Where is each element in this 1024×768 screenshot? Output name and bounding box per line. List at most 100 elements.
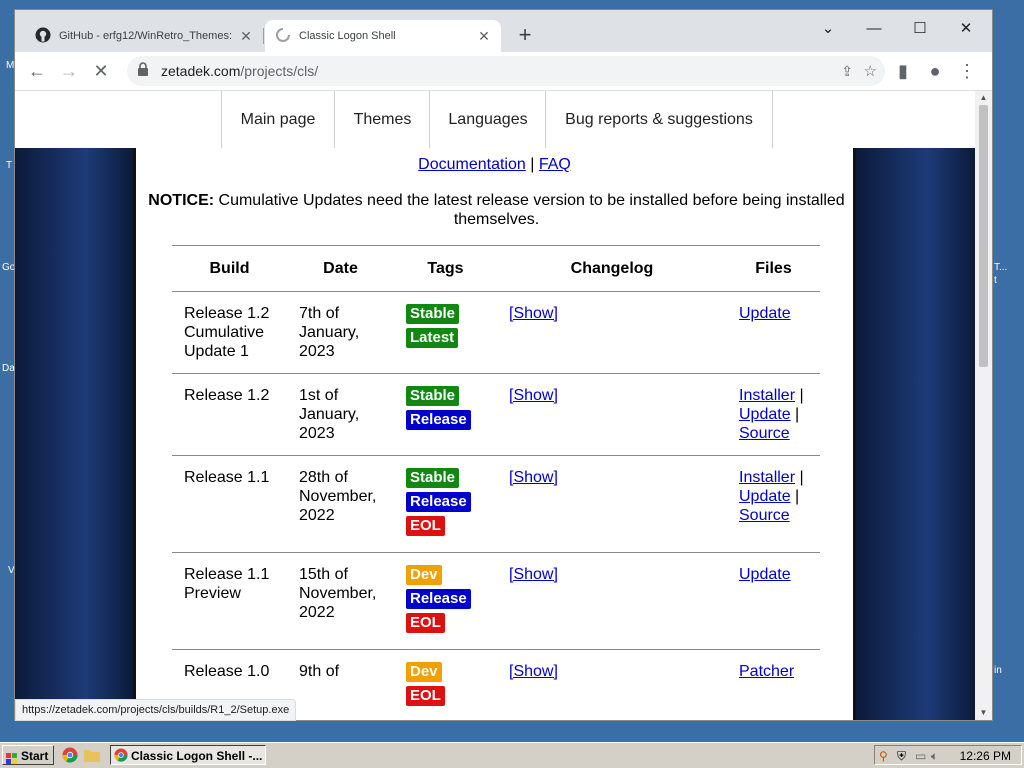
header-build: Build — [172, 245, 287, 292]
page-viewport: Main page Themes Languages Bug reports &… — [15, 91, 975, 720]
site-nav: Main page Themes Languages Bug reports &… — [15, 91, 975, 149]
link-separator: | — [530, 156, 535, 173]
changelog-cell: [Show] — [497, 455, 727, 553]
forward-arrow-icon[interactable]: → — [55, 57, 83, 85]
link-status-bar: https://zetadek.com/projects/cls/builds/… — [15, 699, 297, 721]
files-cell: Update — [727, 552, 820, 650]
tag-badge: Latest — [406, 328, 459, 348]
url-host: zetadek.com — [161, 63, 241, 79]
network-tray-icon[interactable]: ▭ — [915, 746, 926, 766]
show-changelog-link[interactable]: [Show] — [509, 469, 558, 486]
github-icon — [35, 27, 51, 46]
date-cell: 15th of November, 2022 — [287, 552, 394, 650]
start-button[interactable]: Start — [2, 745, 54, 765]
background-right — [856, 148, 975, 720]
tags-cell: Stable Release EOL — [394, 455, 497, 553]
notice-text: Cumulative Updates need the latest relea… — [214, 192, 845, 228]
file-link-update[interactable]: Update — [739, 406, 791, 423]
desktop-label: t — [994, 275, 997, 286]
desktop-label: V — [8, 565, 15, 576]
volume-tray-icon[interactable]: 🔈︎ — [931, 746, 938, 766]
tab-classic-logon-shell[interactable]: Classic Logon Shell ✕ — [265, 20, 501, 52]
faq-link[interactable]: FAQ — [539, 156, 571, 173]
documentation-link[interactable]: Documentation — [418, 156, 526, 173]
tab-search-chevron-icon[interactable]: ⌄ — [805, 14, 851, 44]
profile-avatar-icon[interactable]: ● — [921, 57, 949, 85]
tag-badge: EOL — [406, 516, 445, 536]
search-tray-icon[interactable]: ⚲ — [879, 746, 888, 766]
url-text: zetadek.com/projects/cls/ — [161, 63, 318, 79]
new-tab-plus-icon[interactable]: + — [513, 23, 537, 47]
desktop-label: Da — [2, 363, 15, 374]
chrome-task-icon — [114, 748, 128, 764]
scroll-down-arrow-icon[interactable]: ▼ — [975, 706, 992, 720]
tag-badge: Dev — [406, 662, 442, 682]
tag-badge: Stable — [406, 304, 460, 324]
desktop-label: Go — [2, 262, 16, 273]
page-scrollbar[interactable]: ▲ ▼ — [975, 91, 992, 720]
back-arrow-icon[interactable]: ← — [23, 57, 51, 85]
file-link-source[interactable]: Source — [739, 425, 790, 442]
tags-cell: Dev EOL — [394, 649, 497, 720]
bookmark-star-icon[interactable]: ☆ — [864, 62, 877, 80]
tags-cell: Stable Release — [394, 373, 497, 456]
desktop-label: in — [994, 665, 1002, 676]
maximize-icon[interactable]: ☐ — [897, 14, 943, 44]
file-link-patcher[interactable]: Patcher — [739, 663, 794, 680]
minimize-icon[interactable]: — — [851, 14, 897, 44]
taskbar-task-classic-logon-shell[interactable]: Classic Logon Shell -... — [110, 745, 266, 765]
close-tab-icon[interactable]: ✕ — [239, 28, 253, 45]
show-changelog-link[interactable]: [Show] — [509, 663, 558, 680]
tag-badge: EOL — [406, 686, 445, 706]
header-files: Files — [727, 245, 820, 292]
tag-badge: EOL — [406, 613, 445, 633]
file-link-update[interactable]: Update — [739, 488, 791, 505]
browser-window: GitHub - erfg12/WinRetro_Themes: ✕ Class… — [15, 10, 992, 720]
folder-quicklaunch-icon[interactable] — [84, 748, 100, 767]
table-row: Release 1.2 1st of January, 2023 Stable … — [172, 373, 820, 456]
date-cell: 1st of January, 2023 — [287, 373, 394, 456]
side-panel-icon[interactable]: ▮ — [889, 57, 917, 85]
show-changelog-link[interactable]: [Show] — [509, 566, 558, 583]
tab-github[interactable]: GitHub - erfg12/WinRetro_Themes: ✕ — [25, 20, 263, 52]
files-cell: Installer | Update | Source — [727, 373, 820, 456]
file-link-source[interactable]: Source — [739, 507, 790, 524]
main-content: Documentation | FAQ NOTICE: Cumulative U… — [133, 148, 856, 720]
file-link-update[interactable]: Update — [739, 566, 791, 583]
background-left — [15, 148, 133, 720]
tab-strip: GitHub - erfg12/WinRetro_Themes: ✕ Class… — [15, 10, 992, 52]
build-cell: Release 1.1 Preview — [172, 552, 287, 650]
file-link-installer[interactable]: Installer — [739, 469, 795, 486]
stop-loading-icon[interactable]: ✕ — [87, 57, 115, 85]
clock[interactable]: 12:26 PM — [960, 746, 1011, 766]
taskbar: Start Classic Logon Shell -... ⚲ ⛨ ▭ 🔈︎ … — [0, 742, 1024, 768]
table-row: Release 1.1 Preview 15th of November, 20… — [172, 552, 820, 650]
nav-bug-reports[interactable]: Bug reports & suggestions — [545, 91, 773, 148]
table-row: Release 1.1 28th of November, 2022 Stabl… — [172, 455, 820, 553]
menu-kebab-icon[interactable]: ⋮ — [953, 57, 981, 85]
close-tab-icon[interactable]: ✕ — [477, 28, 491, 45]
nav-themes[interactable]: Themes — [334, 91, 430, 148]
table-header-row: Build Date Tags Changelog Files — [172, 245, 820, 292]
address-bar[interactable]: zetadek.com/projects/cls/ ⇪ ☆ — [127, 56, 885, 86]
notice: NOTICE: Cumulative Updates need the late… — [148, 191, 845, 229]
header-tags: Tags — [394, 245, 497, 292]
nav-main-page[interactable]: Main page — [221, 91, 334, 148]
date-cell: 9th of — [287, 649, 394, 720]
header-changelog: Changelog — [497, 245, 727, 292]
show-changelog-link[interactable]: [Show] — [509, 305, 558, 322]
shield-tray-icon[interactable]: ⛨ — [897, 746, 906, 766]
build-cell: Release 1.1 — [172, 455, 287, 553]
scroll-up-arrow-icon[interactable]: ▲ — [975, 91, 992, 105]
close-window-icon[interactable]: ✕ — [943, 14, 989, 44]
scroll-thumb[interactable] — [979, 105, 988, 367]
file-link-update[interactable]: Update — [739, 305, 791, 322]
share-icon[interactable]: ⇪ — [841, 63, 853, 80]
nav-languages[interactable]: Languages — [429, 91, 546, 148]
chrome-quicklaunch-icon[interactable] — [62, 747, 78, 768]
file-link-installer[interactable]: Installer — [739, 387, 795, 404]
build-cell: Release 1.2 Cumulative Update 1 — [172, 291, 287, 374]
start-label: Start — [21, 749, 49, 763]
date-cell: 28th of November, 2022 — [287, 455, 394, 553]
show-changelog-link[interactable]: [Show] — [509, 387, 558, 404]
